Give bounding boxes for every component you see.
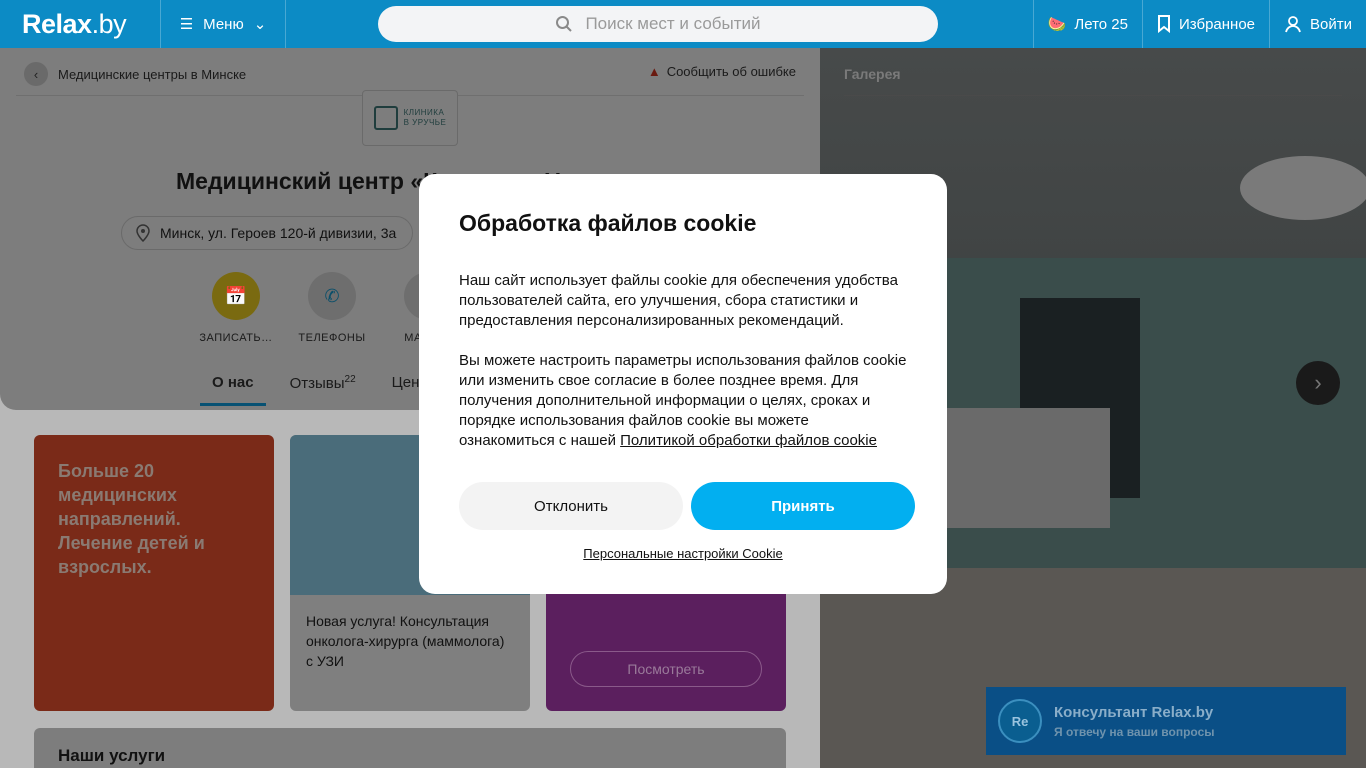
warning-icon: ▲ [647,64,661,79]
menu-label: Меню [203,15,244,33]
cookie-text-2: Вы можете настроить параметры использова… [459,352,907,449]
clinic-logo-line-2: В УРУЧЬЕ [403,118,447,127]
services-section: Наши услуги [34,728,786,768]
clinic-logo: КЛИНИКА В УРУЧЬЕ [362,90,458,146]
location-pin-icon [136,224,150,242]
login-link[interactable]: Войти [1269,0,1366,48]
menu-button[interactable]: ☰ Меню ⌄ [160,0,286,48]
watermelon-icon: 🍉 [1047,16,1067,33]
gallery-divider [844,95,1342,96]
login-label: Войти [1310,15,1352,33]
services-title: Наши услуги [58,746,166,765]
search-input[interactable]: Поиск мест и событий [378,6,938,42]
user-icon [1285,16,1301,33]
consultant-subtitle: Я отвечу на ваши вопросы [1054,724,1215,739]
search-icon [556,16,573,32]
cookie-settings-link[interactable]: Персональные настройки Cookie [419,546,947,561]
favorites-link[interactable]: Избранное [1141,0,1269,48]
chevron-down-icon: ⌄ [253,16,267,33]
phone-icon: ✆ [308,272,356,320]
back-arrow-icon[interactable]: ‹ [24,62,48,86]
cookie-modal: Обработка файлов cookie Наш сайт использ… [419,174,947,594]
favorites-label: Избранное [1178,15,1256,33]
cookie-text-1: Наш сайт использует файлы cookie для обе… [459,272,898,329]
summer-label: Лето 25 [1074,15,1128,33]
promo-news-text: Новая услуга! Консультация онколога-хиру… [306,613,505,669]
bookmark-icon [1157,15,1170,33]
breadcrumb-label[interactable]: Медицинские центры в Минске [58,67,246,82]
phones-action-label: ТЕЛЕФОНЫ [298,332,366,344]
top-bar: Relax.by ☰ Меню ⌄ Поиск мест и событий 🍉… [0,0,1366,48]
chevron-right-icon: › [1314,370,1322,395]
cookie-policy-link[interactable]: Политикой обработки файлов cookie [620,432,877,449]
gallery-label: Галерея [844,66,901,82]
address-text: Минск, ул. Героев 120-й дивизии, 3а [160,225,397,241]
decline-button[interactable]: Отклонить [459,482,683,530]
hamburger-icon: ☰ [179,16,194,33]
consultant-widget[interactable]: Re Консультант Relax.by Я отвечу на ваши… [986,687,1346,755]
view-button[interactable]: Посмотреть [570,651,762,687]
report-label: Сообщить об ошибке [666,64,796,79]
gallery-photo-lamp [1240,156,1366,220]
search-placeholder: Поиск мест и событий [585,14,761,33]
accept-button[interactable]: Принять [691,482,915,530]
tab-reviews[interactable]: Отзывы22 [278,370,368,406]
phones-action[interactable]: ✆ ТЕЛЕФОНЫ [292,272,372,344]
promo-card-directions[interactable]: Больше 20 медицинских направлений. Лечен… [34,435,274,711]
book-action-label: ЗАПИСАТЬ… [199,332,273,344]
clinic-logo-line-1: КЛИНИКА [403,108,445,117]
address-pill[interactable]: Минск, ул. Героев 120-й дивизии, 3а [121,216,414,250]
tabs: О нас Отзывы22 Цены [200,370,442,406]
calendar-icon: 📅 [212,272,260,320]
site-logo[interactable]: Relax.by [0,9,160,40]
gallery-next-button[interactable]: › [1296,361,1340,405]
cookie-modal-title: Обработка файлов cookie [459,210,757,236]
tab-about[interactable]: О нас [200,370,266,406]
report-error-link[interactable]: ▲ Сообщить об ошибке [648,64,796,79]
book-action[interactable]: 📅 ЗАПИСАТЬ… [196,272,276,344]
consultant-avatar: Re [998,699,1042,743]
summer-link[interactable]: 🍉 Лето 25 [1032,0,1142,48]
consultant-title: Консультант Relax.by [1054,703,1214,721]
clinic-logo-mark [373,106,398,130]
promo-directions-text: Больше 20 медицинских направлений. Лечен… [58,461,205,577]
breadcrumb[interactable]: ‹ Медицинские центры в Минске [24,62,246,86]
reviews-count-badge: 22 [344,374,356,385]
